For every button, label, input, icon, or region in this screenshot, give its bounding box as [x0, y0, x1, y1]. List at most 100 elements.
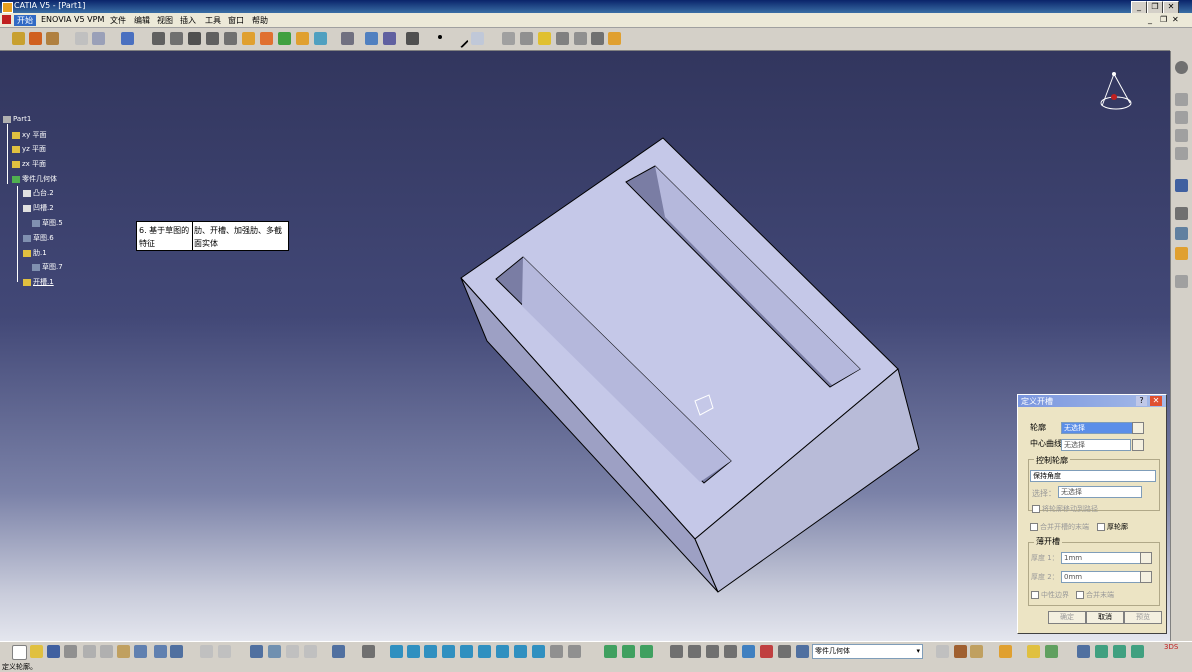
material-icon[interactable]	[538, 32, 551, 45]
sketch-analysis-icon[interactable]	[1175, 207, 1188, 220]
hide-icon[interactable]	[574, 32, 587, 45]
profile-field[interactable]: 无选择	[1061, 422, 1135, 434]
menu-help[interactable]: 帮助	[252, 15, 268, 26]
remove-face-icon[interactable]	[260, 32, 273, 45]
reorder-icon[interactable]	[1027, 645, 1040, 658]
tree-item-body[interactable]: 零件几何体	[12, 174, 57, 184]
neutral-fiber-checkbox[interactable]	[1031, 591, 1039, 599]
plane-icon[interactable]	[471, 32, 484, 45]
copy-icon[interactable]	[100, 645, 113, 658]
3d-viewport[interactable]	[0, 51, 1170, 641]
formula-icon[interactable]	[200, 645, 213, 658]
boolean-icon[interactable]	[341, 32, 354, 45]
axis-system-icon[interactable]	[406, 32, 419, 45]
inertia-icon[interactable]	[1175, 111, 1188, 124]
tree-item-sketch5[interactable]: 草图.5	[32, 218, 63, 228]
swap-icon[interactable]	[591, 32, 604, 45]
iso-view-icon[interactable]	[514, 645, 527, 658]
tree-item-sketch7[interactable]: 草图.7	[32, 262, 63, 272]
grid-icon[interactable]	[383, 32, 396, 45]
print-icon[interactable]	[64, 645, 77, 658]
menu-enovia[interactable]: ENOVIA V5 VPM	[41, 15, 104, 24]
tree-item-rib[interactable]: 肋.1	[23, 248, 47, 258]
shell-icon[interactable]	[206, 32, 219, 45]
capture-icon[interactable]	[742, 645, 755, 658]
pan-icon[interactable]	[407, 645, 420, 658]
menu-start[interactable]: 开始	[14, 15, 36, 26]
ok-button[interactable]: 确定	[1048, 611, 1086, 624]
catalog-icon[interactable]	[1175, 275, 1188, 288]
part-model[interactable]	[0, 51, 1170, 641]
pad-icon[interactable]	[12, 32, 25, 45]
chamfer-icon[interactable]	[170, 32, 183, 45]
doc-minimize-button[interactable]: _	[1148, 15, 1152, 24]
dialog-close-button[interactable]: ✕	[1150, 396, 1162, 406]
menu-tools[interactable]: 工具	[205, 15, 221, 26]
material-library-icon[interactable]	[622, 645, 635, 658]
select-arrow-icon[interactable]	[1175, 179, 1188, 192]
bottle-icon[interactable]	[970, 645, 983, 658]
new-file-icon[interactable]	[12, 645, 27, 660]
shading-mode-icon[interactable]	[532, 645, 545, 658]
tree-root[interactable]: Part1	[3, 115, 31, 123]
shading-icon[interactable]	[502, 32, 515, 45]
assemble-icon[interactable]	[365, 32, 378, 45]
whats-this-icon[interactable]	[170, 645, 183, 658]
multi-view-icon[interactable]	[496, 645, 509, 658]
design-table-icon[interactable]	[268, 645, 281, 658]
knowledge-icon[interactable]	[286, 645, 299, 658]
undo-icon[interactable]	[134, 645, 147, 658]
tree-item-sketch6[interactable]: 草图.6	[23, 233, 54, 243]
apply-material-icon[interactable]	[1175, 247, 1188, 260]
fit-all-icon[interactable]	[390, 645, 403, 658]
tree-item-pad[interactable]: 凸台.2	[23, 188, 54, 198]
environment-icon[interactable]	[1113, 645, 1126, 658]
scan-icon[interactable]	[1045, 645, 1058, 658]
center-curve-field[interactable]: 无选择	[1061, 439, 1131, 451]
fly-mode-icon[interactable]	[362, 645, 375, 658]
control-profile-select[interactable]: 保持角度	[1030, 470, 1156, 482]
measure-between-icon[interactable]	[706, 645, 719, 658]
thickness1-spinner[interactable]	[1140, 552, 1152, 564]
cancel-button[interactable]: 取消	[1086, 611, 1124, 624]
pocket-icon[interactable]	[29, 32, 42, 45]
hide-show-icon[interactable]	[550, 645, 563, 658]
zoom-in-icon[interactable]	[442, 645, 455, 658]
layer-icon[interactable]	[778, 645, 791, 658]
shaft-icon[interactable]	[46, 32, 59, 45]
merge-ends2-checkbox[interactable]	[1076, 591, 1084, 599]
look-at-icon[interactable]	[670, 645, 683, 658]
std-icon[interactable]	[640, 645, 653, 658]
line-icon[interactable]	[451, 30, 469, 49]
thread-icon[interactable]	[242, 32, 255, 45]
menu-view[interactable]: 视图	[157, 15, 173, 26]
tree-item-yz-plane[interactable]: yz 平面	[12, 144, 46, 154]
measure-icon[interactable]	[1175, 93, 1188, 106]
draft-analysis-icon[interactable]	[1175, 147, 1188, 160]
move-profile-checkbox[interactable]	[1032, 505, 1040, 513]
doc-icon[interactable]	[2, 15, 11, 24]
law-icon[interactable]	[304, 645, 317, 658]
thickness2-spinner[interactable]	[1140, 571, 1152, 583]
delete-icon[interactable]	[760, 645, 773, 658]
eraser-icon[interactable]	[796, 645, 809, 658]
redo-icon[interactable]	[154, 645, 167, 658]
tree-item-zx-plane[interactable]: zx 平面	[12, 159, 46, 169]
wireframe-icon[interactable]	[556, 32, 569, 45]
thickness2-field[interactable]: 0mm	[1061, 571, 1143, 583]
translate-icon[interactable]	[278, 32, 291, 45]
swap-space-icon[interactable]	[568, 645, 581, 658]
menu-window[interactable]: 窗口	[228, 15, 244, 26]
thickness1-field[interactable]: 1mm	[1061, 552, 1143, 564]
sketch-icon[interactable]	[121, 32, 134, 45]
doc-close-button[interactable]: ✕	[1172, 15, 1179, 24]
table-icon[interactable]	[250, 645, 263, 658]
thickness-icon[interactable]	[224, 32, 237, 45]
measure-item-icon[interactable]	[724, 645, 737, 658]
rendering-icon[interactable]	[999, 645, 1012, 658]
point-icon[interactable]	[438, 35, 442, 39]
normal-view-icon[interactable]	[478, 645, 491, 658]
profile-sketch-button[interactable]	[1132, 422, 1144, 434]
compass-icon[interactable]	[1096, 71, 1136, 121]
thick-profile-checkbox[interactable]	[1097, 523, 1105, 531]
